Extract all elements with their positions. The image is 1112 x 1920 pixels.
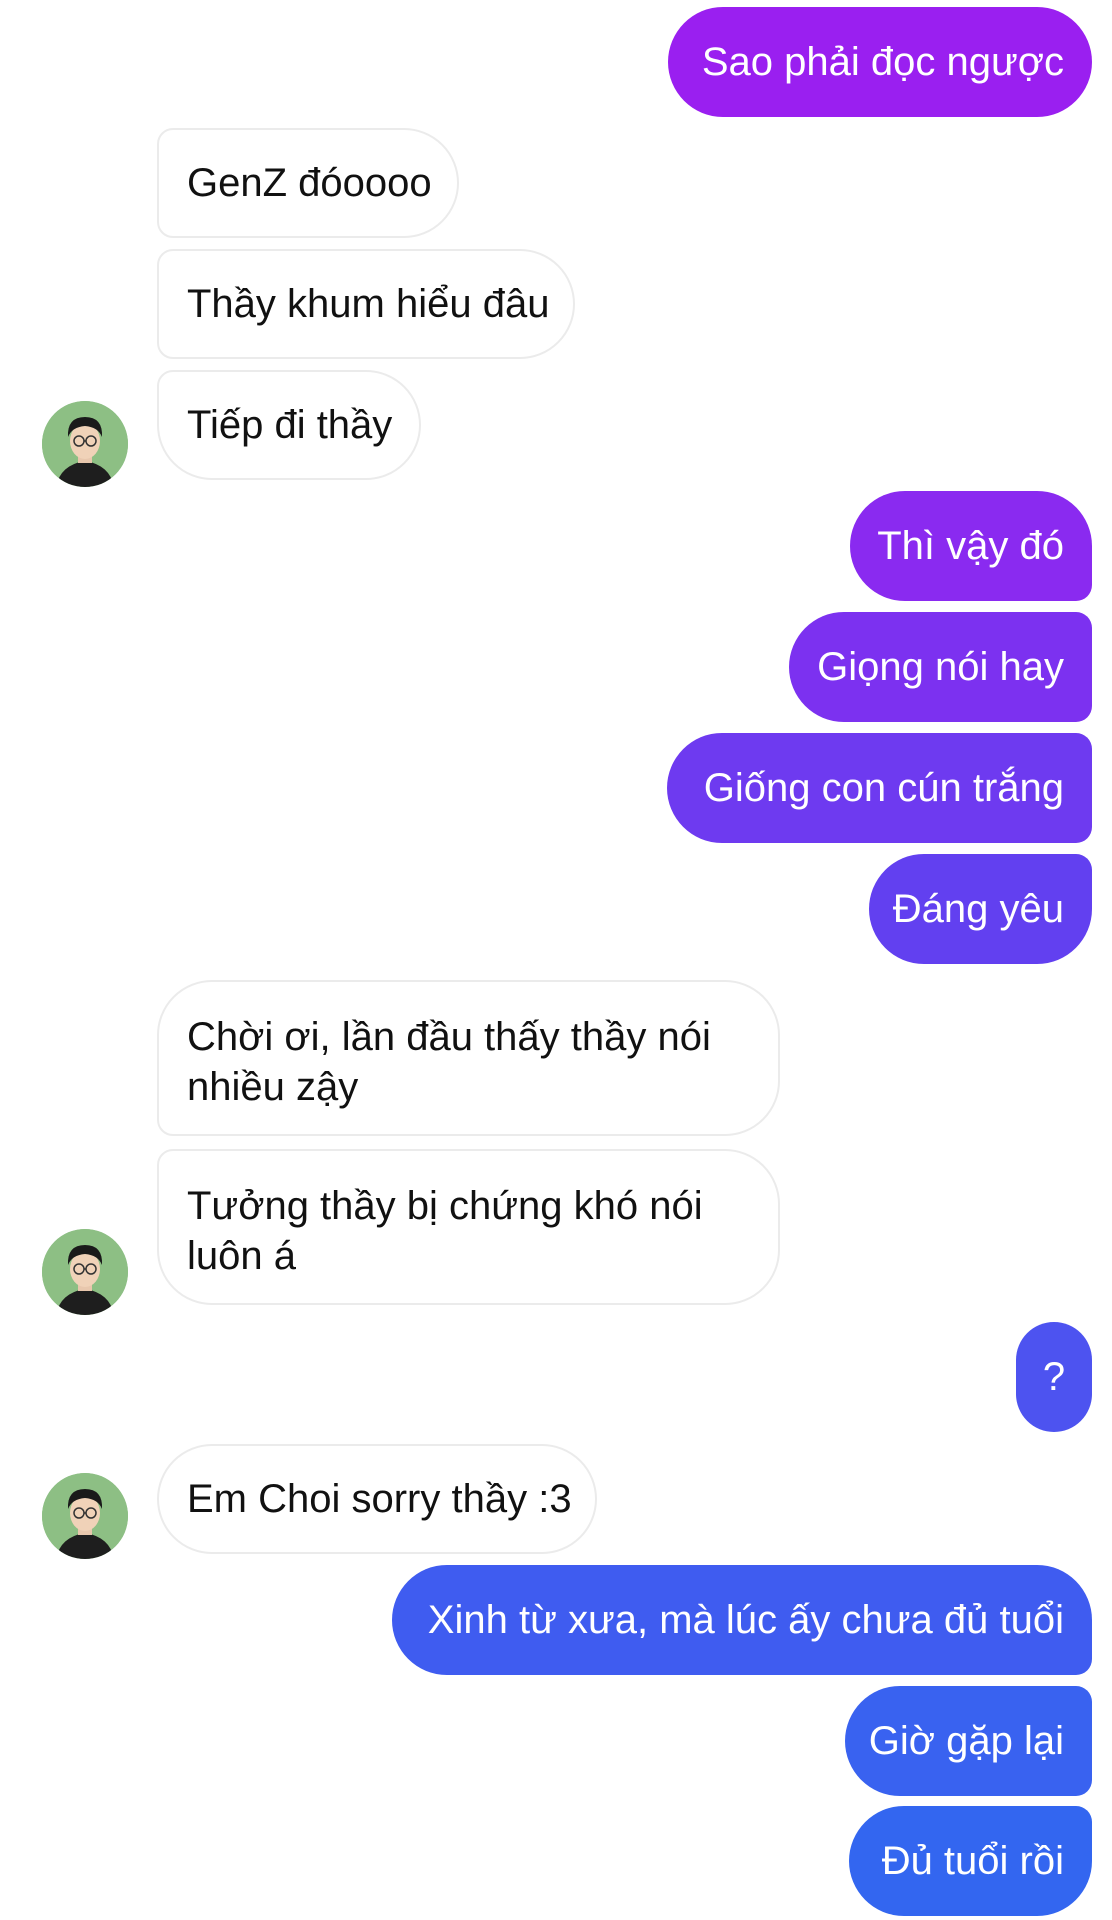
message-incoming[interactable]: Tiếp đi thầy (157, 370, 421, 480)
message-text: ? (1042, 1355, 1066, 1399)
message-text: GenZ đóoooo (187, 161, 432, 205)
message-text: Xinh từ xưa, mà lúc ấy chưa đủ tuổi (427, 1598, 1064, 1642)
message-incoming[interactable]: GenZ đóoooo (157, 128, 459, 238)
message-incoming[interactable]: Tưởng thầy bị chứng khó nói luôn á (157, 1149, 780, 1305)
message-text: Sao phải đọc ngược (701, 40, 1064, 84)
message-outgoing[interactable]: Đáng yêu (869, 854, 1092, 964)
sender-avatar[interactable] (42, 1473, 128, 1559)
message-outgoing[interactable]: Giống con cún trắng (667, 733, 1092, 843)
sender-avatar[interactable] (42, 401, 128, 487)
user-photo-icon (42, 1229, 128, 1315)
message-outgoing[interactable]: ? (1016, 1322, 1092, 1432)
message-text: Đủ tuổi rồi (881, 1839, 1064, 1883)
message-text: Giống con cún trắng (703, 766, 1064, 810)
message-text: Tưởng thầy bị chứng khó nói luôn á (187, 1184, 703, 1278)
message-text: Giờ gặp lại (868, 1719, 1064, 1763)
message-text: Chời ơi, lần đầu thấy thầy nói nhiều zậy (187, 1015, 711, 1109)
message-incoming[interactable]: Thầy khum hiểu đâu (157, 249, 575, 359)
message-outgoing[interactable]: Đủ tuổi rồi (849, 1806, 1092, 1916)
message-outgoing[interactable]: Thì vậy đó (850, 491, 1092, 601)
message-text: Giọng nói hay (817, 645, 1064, 689)
message-text: Em Choi sorry thầy :3 (187, 1477, 572, 1521)
message-text: Thì vậy đó (877, 524, 1064, 568)
message-incoming[interactable]: Em Choi sorry thầy :3 (157, 1444, 597, 1554)
message-outgoing[interactable]: Giờ gặp lại (845, 1686, 1092, 1796)
message-outgoing[interactable]: Giọng nói hay (789, 612, 1092, 722)
message-outgoing[interactable]: Sao phải đọc ngược (668, 7, 1092, 117)
user-photo-icon (42, 1473, 128, 1559)
user-photo-icon (42, 401, 128, 487)
sender-avatar[interactable] (42, 1229, 128, 1315)
message-text: Đáng yêu (892, 887, 1064, 931)
message-text: Thầy khum hiểu đâu (187, 282, 550, 326)
message-incoming[interactable]: Chời ơi, lần đầu thấy thầy nói nhiều zậy (157, 980, 780, 1136)
message-text: Tiếp đi thầy (187, 403, 393, 447)
message-outgoing[interactable]: Xinh từ xưa, mà lúc ấy chưa đủ tuổi (392, 1565, 1092, 1675)
